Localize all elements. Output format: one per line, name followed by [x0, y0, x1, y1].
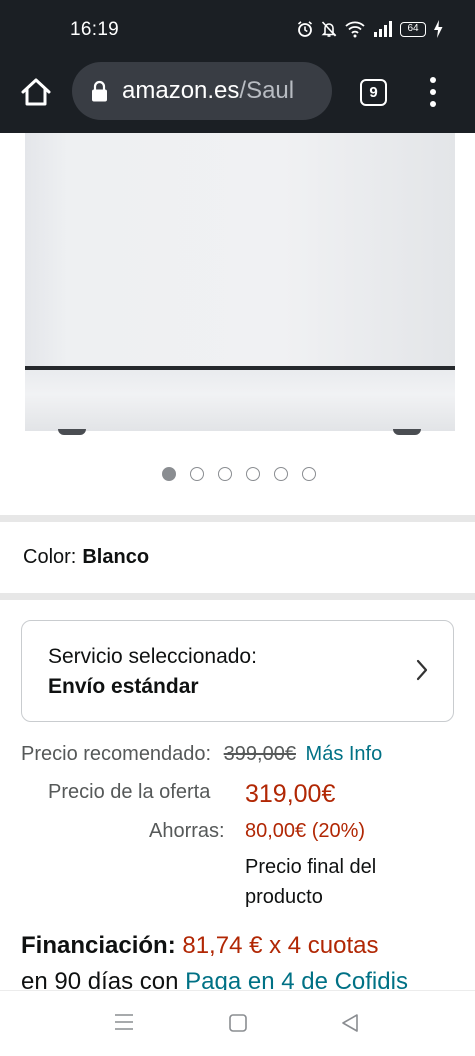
- section-divider: [0, 593, 475, 600]
- status-time: 16:19: [70, 19, 120, 40]
- savings-label: Ahorras:: [149, 820, 225, 842]
- battery-level: 64: [400, 21, 426, 37]
- financing-amount: 81,74 € x 4 cuotas: [182, 932, 379, 959]
- url-domain: amazon.es: [122, 77, 240, 104]
- carousel-dot[interactable]: [217, 467, 232, 481]
- savings-value: 80,00€ (20%): [245, 820, 366, 842]
- product-image[interactable]: [0, 133, 475, 440]
- color-value: Blanco: [82, 546, 150, 568]
- financing-line1: Financiación: 81,74 € x 4 cuotas: [21, 932, 379, 960]
- service-value: Envío estándar: [48, 675, 199, 698]
- home-icon: [21, 78, 51, 106]
- home-button[interactable]: [18, 74, 54, 110]
- mute-icon: [321, 20, 337, 38]
- final-price-note-line2: producto: [245, 886, 323, 908]
- carousel-dot[interactable]: [273, 467, 288, 481]
- dishwasher-image: [25, 133, 455, 431]
- tab-switcher-button[interactable]: 9: [360, 79, 387, 106]
- section-divider: [0, 515, 475, 522]
- savings-row: Ahorras:: [149, 820, 225, 843]
- menu-lines-icon: [115, 1014, 133, 1030]
- wifi-icon: [344, 20, 366, 38]
- recommended-price: 399,00€: [223, 743, 296, 765]
- service-title: Servicio seleccionado:: [48, 645, 257, 668]
- color-label: Color:: [23, 546, 77, 568]
- offer-price: 319,00€: [245, 780, 336, 808]
- url-bar[interactable]: amazon.es/Saul: [72, 62, 332, 120]
- recent-apps-button[interactable]: [114, 1013, 134, 1031]
- battery-icon: 64: [400, 21, 426, 37]
- color-selection: Color: Blanco: [23, 546, 149, 569]
- top-dark-area: 16:19 64 amazon.es/Saul 9: [0, 0, 475, 133]
- appliance-kickplate: [25, 370, 455, 431]
- alarm-icon: [296, 20, 314, 38]
- recommended-price-label: Precio recomendado:: [21, 743, 212, 765]
- menu-dot: [430, 89, 436, 95]
- overflow-menu-button[interactable]: [420, 75, 446, 109]
- signal-icon: [373, 21, 393, 37]
- appliance-foot: [393, 429, 421, 435]
- status-bar: 16:19 64: [0, 0, 475, 60]
- tab-count: 9: [369, 84, 378, 101]
- browser-toolbar: amazon.es/Saul 9: [0, 60, 475, 133]
- chevron-right-icon: [415, 659, 429, 686]
- carousel-dot[interactable]: [161, 467, 176, 481]
- square-icon: [229, 1014, 247, 1032]
- offer-price-row: Precio de la oferta: [48, 781, 210, 804]
- financing-label: Financiación:: [21, 932, 176, 959]
- system-navigation-bar: [0, 990, 475, 1056]
- status-icons: 64: [296, 20, 443, 38]
- menu-dot: [430, 77, 436, 83]
- charging-icon: [433, 20, 443, 38]
- recommended-price-row: Precio recomendado: 399,00€ Más Info: [21, 743, 382, 766]
- final-price-note-line1: Precio final del: [245, 856, 377, 878]
- offer-price-label: Precio de la oferta: [48, 781, 211, 803]
- carousel-dot[interactable]: [245, 467, 260, 481]
- service-selector[interactable]: Servicio seleccionado: Envío estándar: [21, 620, 454, 722]
- image-carousel-dots: [0, 467, 475, 485]
- carousel-dot[interactable]: [189, 467, 204, 481]
- lock-icon: [91, 80, 108, 102]
- home-nav-button[interactable]: [228, 1013, 248, 1033]
- carousel-dot[interactable]: [301, 467, 316, 481]
- back-button[interactable]: [340, 1013, 360, 1033]
- back-triangle-icon: [342, 1014, 358, 1032]
- more-info-link[interactable]: Más Info: [306, 743, 383, 765]
- url-path: /Saul: [239, 77, 295, 104]
- appliance-foot: [58, 429, 86, 435]
- menu-dot: [430, 101, 436, 107]
- url-text: amazon.es/Saul: [122, 77, 294, 105]
